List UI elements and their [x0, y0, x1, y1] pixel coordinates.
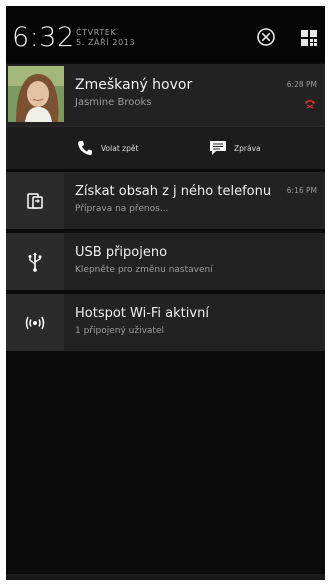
notification-shade: 6:32 ČTVRTEK 5. ZÁŘÍ 2013 Zmeškaný hovor…	[6, 6, 325, 580]
usb-notification[interactable]: USB připojeno Klepněte pro změnu nastave…	[6, 233, 325, 290]
notification-title: Zmeškaný hovor	[75, 77, 193, 93]
notification-title: Získat obsah z j ného telefonu	[75, 184, 272, 199]
status-bar: 6:32 ČTVRTEK 5. ZÁŘÍ 2013	[6, 6, 325, 62]
notification-subtitle: Příprava na přenos...	[75, 204, 169, 214]
caller-name: Jasmine Brooks	[75, 97, 152, 108]
transfer-icon	[27, 192, 43, 209]
message-icon	[210, 141, 226, 155]
call-back-button[interactable]: Volat zpět	[76, 127, 138, 169]
notification-time: 6:16 PM	[286, 186, 317, 195]
date-label: 5. ZÁŘÍ 2013	[76, 38, 136, 47]
missed-call-notification[interactable]: Zmeškaný hovor Jasmine Brooks 6:28 PM Vo…	[6, 64, 325, 169]
quick-settings-button[interactable]	[299, 28, 319, 48]
message-button[interactable]: Zpráva	[209, 127, 261, 169]
clock: 6:32	[12, 22, 75, 53]
clear-all-button[interactable]	[256, 27, 276, 47]
hotspot-notification[interactable]: Hotspot Wi-Fi aktivní 1 připojený uživat…	[6, 294, 325, 351]
shade-handle[interactable]	[6, 574, 325, 580]
notification-title: USB připojeno	[75, 245, 168, 260]
close-circle-icon	[257, 28, 275, 46]
notification-subtitle: 1 připojený uživatel	[75, 326, 164, 336]
notification-title: Hotspot Wi-Fi aktivní	[75, 306, 209, 321]
wifi-hotspot-icon	[25, 316, 45, 329]
notification-icon-area	[6, 294, 64, 351]
notification-time: 6:28 PM	[286, 80, 317, 89]
avatar	[8, 66, 64, 122]
notification-icon-area	[6, 233, 64, 290]
date-block: ČTVRTEK 5. ZÁŘÍ 2013	[76, 28, 135, 48]
usb-icon	[28, 252, 42, 272]
notification-subtitle: Klepněte pro změnu nastavení	[75, 265, 213, 275]
transfer-notification[interactable]: Získat obsah z j ného telefonu Příprava …	[6, 172, 325, 229]
weekday-label: ČTVRTEK	[76, 28, 117, 37]
missed-call-icon	[305, 100, 315, 109]
phone-icon	[78, 141, 92, 156]
message-label: Zpráva	[234, 143, 261, 153]
notification-icon-area	[6, 172, 64, 229]
quick-settings-icon	[301, 30, 317, 46]
call-back-label: Volat zpět	[101, 143, 139, 153]
notification-actions: Volat zpět Zpráva	[6, 126, 325, 169]
contact-photo	[8, 66, 64, 122]
